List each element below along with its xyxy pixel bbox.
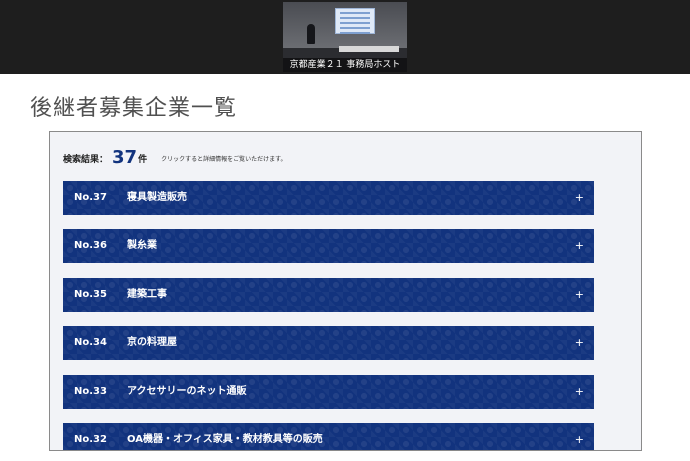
item-number: No.34 xyxy=(74,337,107,348)
result-count: 37 xyxy=(112,147,138,168)
item-name: 製糸業 xyxy=(127,240,157,251)
item-name: OA機器・オフィス家具・教材教具等の販売 xyxy=(127,434,323,445)
accordion-item-no36[interactable]: No.36 製糸業 + xyxy=(63,229,594,263)
participant-name-label: 京都産業２１ 事務局ホスト xyxy=(283,58,407,72)
item-name: アクセサリーのネット通販 xyxy=(127,386,247,397)
item-name: 寝具製造販売 xyxy=(127,192,187,203)
item-number: No.36 xyxy=(74,240,107,251)
plus-icon[interactable]: + xyxy=(575,229,584,263)
plus-icon[interactable]: + xyxy=(575,181,584,215)
accordion-item-no37[interactable]: No.37 寝具製造販売 + xyxy=(63,181,594,215)
company-list-panel: 検索結果： 37 件 クリックすると詳細情報をご覧いただけます。 No.37 寝… xyxy=(49,131,642,451)
item-number: No.35 xyxy=(74,289,107,300)
meeting-topbar: 京都産業２１ 事務局ホスト xyxy=(0,0,690,74)
item-number: No.32 xyxy=(74,434,107,445)
item-name: 京の料理屋 xyxy=(127,337,177,348)
result-label: 検索結果： xyxy=(63,155,109,165)
participant-video-tile[interactable]: 京都産業２１ 事務局ホスト xyxy=(283,2,407,72)
accordion-item-no32[interactable]: No.32 OA機器・オフィス家具・教材教具等の販売 + xyxy=(63,423,594,450)
accordion-item-no33[interactable]: No.33 アクセサリーのネット通販 + xyxy=(63,375,594,409)
plus-icon[interactable]: + xyxy=(575,375,584,409)
slide-title: 後継者募集企業一覧 xyxy=(30,96,238,121)
presenter-figure xyxy=(307,24,315,44)
search-result-summary: 検索結果： 37 件 クリックすると詳細情報をご覧いただけます。 xyxy=(63,144,287,168)
accordion-item-no35[interactable]: No.35 建築工事 + xyxy=(63,278,594,312)
desk-figure xyxy=(339,46,399,52)
projector-screen-image xyxy=(335,8,375,34)
result-hint: クリックすると詳細情報をご覧いただけます。 xyxy=(161,156,287,163)
accordion-item-no34[interactable]: No.34 京の料理屋 + xyxy=(63,326,594,360)
plus-icon[interactable]: + xyxy=(575,326,584,360)
result-unit: 件 xyxy=(138,155,148,165)
item-number: No.33 xyxy=(74,386,107,397)
plus-icon[interactable]: + xyxy=(575,423,584,450)
item-name: 建築工事 xyxy=(127,289,167,300)
plus-icon[interactable]: + xyxy=(575,278,584,312)
item-number: No.37 xyxy=(74,192,107,203)
